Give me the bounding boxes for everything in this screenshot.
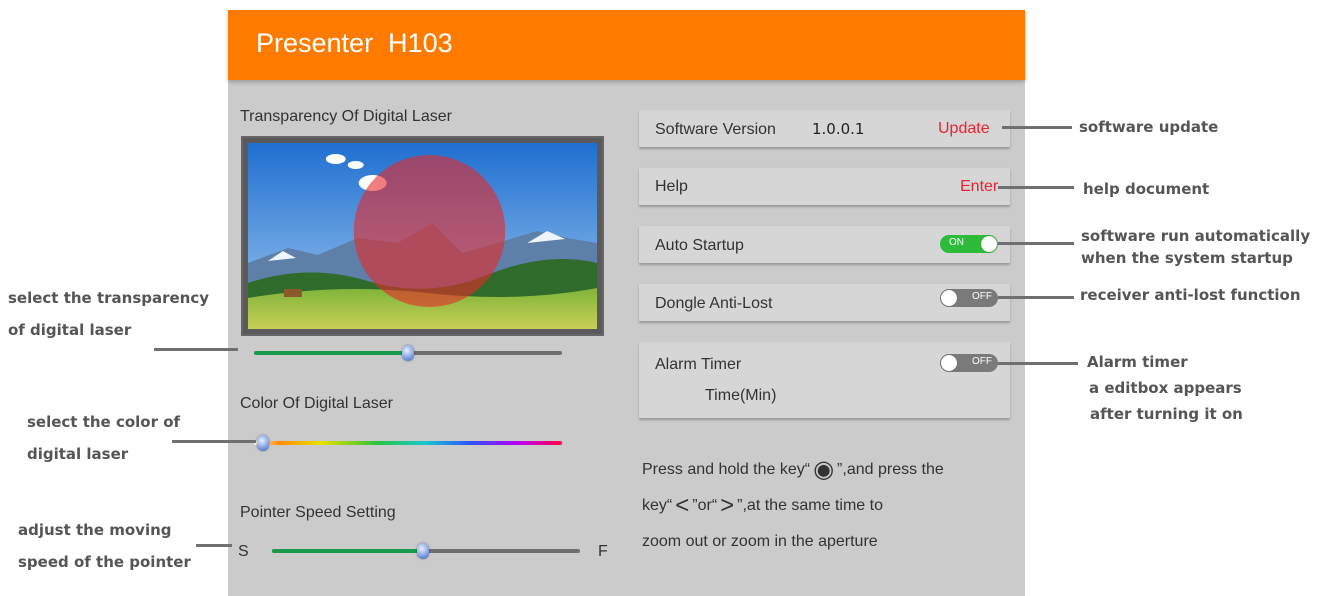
annotation-text: a editbox appears (1089, 379, 1242, 397)
transparency-slider-fill (254, 351, 408, 355)
annotation-text: select the transparency (8, 289, 210, 307)
annotation-line (998, 242, 1074, 245)
annotation-text: software run automatically (1081, 227, 1311, 245)
hint-text: or (697, 497, 712, 514)
auto-startup-toggle-text: ON (949, 237, 964, 248)
annotation-autostart: software run automatically when the syst… (1081, 225, 1310, 269)
hint-line-1: Press and hold the key“ ◉ ”,and press the (642, 452, 1022, 488)
zoom-hint: Press and hold the key“ ◉ ”,and press the … (642, 452, 1022, 560)
dongle-anti-lost-toggle[interactable]: OFF (940, 289, 998, 307)
software-version-value: 1.0.0.1 (812, 120, 865, 138)
dongle-anti-lost-label: Dongle Anti-Lost (655, 295, 773, 312)
alarm-toggle-text: OFF (972, 356, 992, 367)
auto-startup-label: Auto Startup (655, 237, 744, 254)
annotation-text: after turning it on (1090, 405, 1243, 423)
alarm-timer-toggle[interactable]: OFF (940, 354, 998, 372)
annotation-text: digital laser (27, 445, 129, 463)
speed-min-label: S (238, 543, 249, 560)
alarm-timer-label: Alarm Timer (655, 356, 742, 373)
laser-preview-image (241, 136, 604, 336)
annotation-line (172, 440, 256, 443)
landscape-image (248, 143, 597, 329)
transparency-slider[interactable] (254, 345, 562, 361)
laser-circle (353, 155, 506, 307)
hint-text: key (642, 497, 667, 514)
help-label: Help (655, 178, 688, 195)
hint-text: ,and press the (842, 461, 944, 478)
toggle-knob (941, 355, 957, 371)
alarm-timer-row: Alarm Timer OFF Time(Min) (639, 342, 1010, 418)
software-version-row: Software Version 1.0.0.1 Update (639, 110, 1010, 147)
annotation-text: of digital laser (8, 321, 132, 339)
pointer-speed-slider-fill (272, 549, 423, 553)
toggle-knob (941, 290, 957, 306)
update-link[interactable]: Update (938, 120, 990, 138)
transparency-label: Transparency Of Digital Laser (240, 108, 452, 125)
dongle-anti-lost-row: Dongle Anti-Lost OFF (639, 284, 1010, 321)
annotation-line (998, 362, 1078, 365)
center-button-icon: ◉ (813, 456, 835, 483)
presenter-window: Presenter H103 Transparency Of Digital L… (228, 10, 1025, 596)
annotation-line (1002, 126, 1072, 129)
dongle-toggle-text: OFF (972, 291, 992, 302)
help-row: Help Enter (639, 168, 1010, 205)
annotation-update: software update (1079, 118, 1219, 136)
annotation-line (998, 296, 1074, 299)
auto-startup-row: Auto Startup ON (639, 226, 1010, 263)
annotation-text: Alarm timer (1087, 353, 1188, 371)
color-slider-thumb[interactable] (257, 435, 270, 451)
annotation-dongle: receiver anti-lost function (1080, 286, 1301, 304)
help-enter-link[interactable]: Enter (960, 178, 998, 196)
left-arrow-icon: < (675, 492, 690, 519)
annotation-text: speed of the pointer (18, 553, 191, 571)
transparency-slider-thumb[interactable] (402, 345, 414, 361)
color-slider[interactable] (254, 435, 562, 451)
color-label: Color Of Digital Laser (240, 395, 393, 412)
pointer-speed-slider-thumb[interactable] (416, 543, 429, 559)
hint-text: Press and hold the key (642, 461, 805, 478)
annotation-text: select the color of (27, 413, 181, 431)
hint-text: ,at the same time to (742, 497, 883, 514)
toggle-knob (981, 236, 997, 252)
annotation-text: when the system startup (1081, 249, 1293, 267)
speed-label: Pointer Speed Setting (240, 504, 396, 521)
hint-line-3: zoom out or zoom in the aperture (642, 533, 878, 550)
auto-startup-toggle[interactable]: ON (940, 235, 998, 253)
annotation-alarm: Alarm timer a editbox appears after turn… (1087, 349, 1243, 427)
annotation-line (196, 544, 232, 547)
annotation-color: select the color of digital laser (27, 406, 180, 470)
pointer-speed-slider[interactable] (272, 543, 580, 559)
annotation-text: adjust the moving (18, 521, 172, 539)
hint-line-2: key“ < ”or“ > ”,at the same time to (642, 488, 1022, 524)
annotation-transparency: select the transparency of digital laser (8, 282, 209, 346)
speed-max-label: F (598, 543, 608, 560)
title-bar: Presenter H103 (228, 10, 1025, 80)
alarm-time-label: Time(Min) (705, 387, 777, 404)
annotation-speed: adjust the moving speed of the pointer (18, 514, 191, 578)
software-version-label: Software Version (655, 121, 776, 138)
annotation-line (998, 186, 1074, 189)
right-arrow-icon: > (720, 492, 735, 519)
annotation-line (154, 348, 238, 351)
app-title: Presenter H103 (256, 28, 453, 58)
annotation-help: help document (1083, 180, 1210, 198)
